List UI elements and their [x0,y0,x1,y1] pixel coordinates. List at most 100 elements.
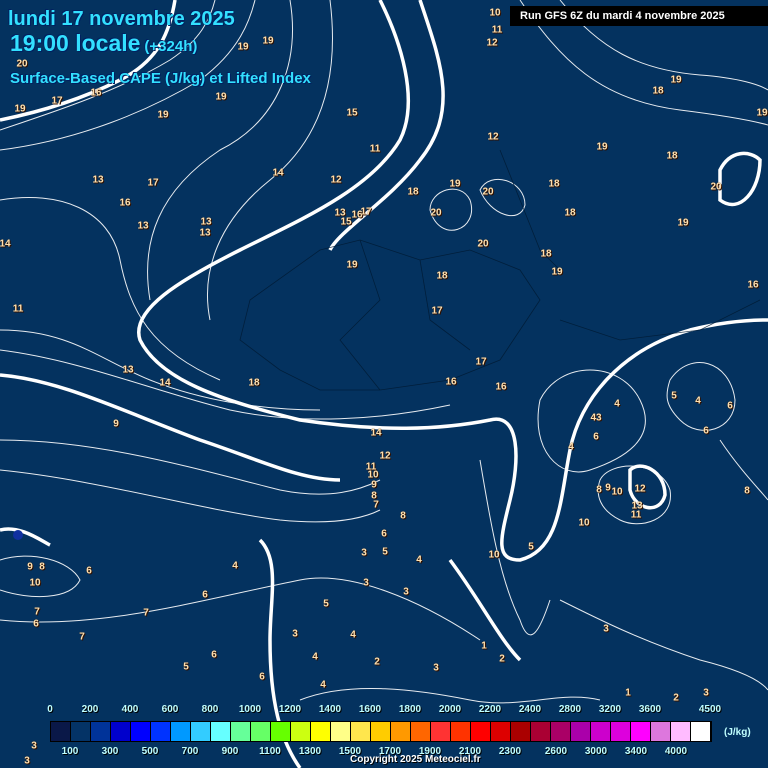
contour-label: 3 [433,662,439,674]
contour-label: 20 [477,238,489,250]
contour-label: 4 [312,651,318,663]
legend-tick-top: 200 [81,704,99,715]
contour-label: 11 [630,509,642,521]
legend-swatch [691,722,711,741]
contour-label: 19 [596,141,608,153]
contour-label: 18 [540,248,552,260]
contour-label: 19 [756,107,768,119]
contour-label: 12 [330,174,342,186]
contour-label: 18 [652,85,664,97]
contour-label: 7 [34,606,40,618]
contour-label: 19 [346,259,358,271]
legend-swatch [431,722,451,741]
legend-tick-bottom: 1100 [259,746,281,757]
contour-label: 19 [677,217,689,229]
contour-label: 5 [323,598,329,610]
legend-swatch [531,722,551,741]
contour-label: 19 [670,74,682,86]
legend-tick-bottom: 300 [101,746,119,757]
contour-label: 7 [143,607,149,619]
contour-label: 9 [113,418,119,430]
contour-label: 16 [90,87,102,99]
legend-tick-top: 3200 [598,704,622,715]
legend-tick-top: 0 [47,704,53,715]
legend-tick-bottom: 2300 [498,746,522,757]
contour-label: 6 [202,589,208,601]
contour-label: 16 [495,381,507,393]
contour-label: 19 [449,178,461,190]
contour-label: 13 [137,220,149,232]
legend-tick-top: 2800 [558,704,582,715]
contour-label: 5 [528,541,534,553]
legend-swatch [271,722,291,741]
legend-tick-top: 400 [121,704,139,715]
legend-swatch [611,722,631,741]
legend-tick-top: 2000 [438,704,462,715]
legend-swatch [451,722,471,741]
legend-tick-top: 1800 [398,704,422,715]
contour-label: 10 [29,577,41,589]
contour-label: 4 [568,441,574,453]
contour-label: 4 [350,629,356,641]
contour-label: 15 [346,107,358,119]
legend-swatch [571,722,591,741]
cape-blob [13,530,23,540]
contour-label: 6 [211,649,217,661]
legend-swatch [411,722,431,741]
contour-label: 16 [119,197,131,209]
forecast-time-value: 19:00 locale [10,30,141,56]
contour-label: 18 [666,150,678,162]
contour-label: 6 [703,425,709,437]
legend-tick-top: 1600 [358,704,382,715]
copyright: Copyright 2025 Meteociel.fr [350,754,481,765]
legend-swatch [211,722,231,741]
contour-label: 13 [200,216,212,228]
contour-label: 5 [382,546,388,558]
contour-label: 13 [199,227,211,239]
legend-swatch [371,722,391,741]
contour-label: 14 [159,377,171,389]
contour-label: 19 [237,41,249,53]
contour-label: 12 [487,131,499,143]
contour-label: 11 [12,303,24,315]
contour-label: 17 [147,177,159,189]
contour-label: 1 [625,687,631,699]
contour-label: 11 [491,24,503,36]
contour-label: 5 [183,661,189,673]
contour-label: 3 [603,623,609,635]
legend-tick-bottom: 500 [141,746,159,757]
contour-label: 19 [215,91,227,103]
contour-label: 2 [499,653,505,665]
contour-label: 20 [710,181,722,193]
legend-swatch [91,722,111,741]
contour-label: 14 [0,238,11,250]
contour-label: 12 [634,483,646,495]
legend-swatch [311,722,331,741]
contour-label: 20 [430,207,442,219]
contour-label: 9 [371,479,377,491]
contour-label: 2 [374,656,380,668]
contour-label: 18 [407,186,419,198]
contour-label: 3 [361,547,367,559]
contour-label: 11 [369,143,381,155]
legend-swatch [491,722,511,741]
legend-tick-top: 4500 [698,704,722,715]
contour-label: 3 [363,577,369,589]
contour-label: 20 [482,186,494,198]
legend-tick-bottom: 3400 [624,746,648,757]
contour-label: 4 [232,560,238,572]
legend-tick-top: 600 [161,704,179,715]
legend-tick-top: 2400 [518,704,542,715]
contour-label: 15 [340,216,352,228]
contour-label: 18 [248,377,260,389]
legend-tick-top: 3600 [638,704,662,715]
contour-label: 17 [51,95,63,107]
contour-label: 18 [564,207,576,219]
legend-tick-top: 2200 [478,704,502,715]
contour-label: 5 [671,390,677,402]
contour-label: 17 [475,356,487,368]
legend-tick-bottom: 3000 [584,746,608,757]
legend-swatch [511,722,531,741]
legend-swatch [231,722,251,741]
legend-tick-bottom: 4000 [664,746,688,757]
